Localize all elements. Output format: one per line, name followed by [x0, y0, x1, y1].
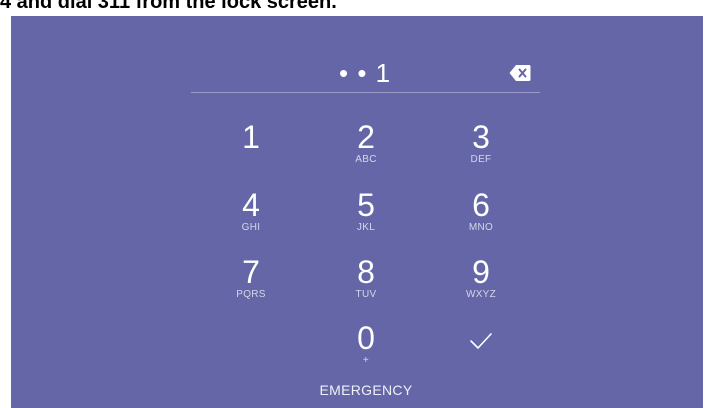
- key-9[interactable]: 9 WXYZ: [436, 255, 526, 311]
- key-0[interactable]: 0 +: [321, 321, 411, 377]
- key-letters: GHI: [241, 222, 261, 233]
- key-digit: 7: [242, 254, 260, 290]
- key-2[interactable]: 2 ABC: [321, 120, 411, 176]
- key-digit: 3: [472, 119, 490, 155]
- key-6[interactable]: 6 MNO: [436, 188, 526, 244]
- checkmark-icon[interactable]: [456, 321, 506, 361]
- backspace-icon[interactable]: [509, 64, 531, 82]
- key-7[interactable]: 7 PQRS: [206, 255, 296, 311]
- key-letters: TUV: [355, 289, 377, 300]
- lock-screen-pin-pad: • • 1 1 2 ABC 3 DEF 4 GHI 5 JKL 6 MNO 7 …: [11, 16, 703, 408]
- key-letters: PQRS: [236, 289, 266, 300]
- key-8[interactable]: 8 TUV: [321, 255, 411, 311]
- key-digit: 8: [357, 254, 375, 290]
- key-digit: 9: [472, 254, 490, 290]
- instruction-caption: 4 and dial 311 from the lock screen.: [0, 0, 337, 13]
- emergency-button[interactable]: EMERGENCY: [281, 382, 451, 398]
- key-3[interactable]: 3 DEF: [436, 120, 526, 176]
- key-digit: 5: [357, 187, 375, 223]
- pin-entry-field[interactable]: • • 1: [191, 56, 540, 93]
- key-digit: 4: [242, 187, 260, 223]
- key-digit: 0: [357, 320, 375, 356]
- key-5[interactable]: 5 JKL: [321, 188, 411, 244]
- key-digit: 6: [472, 187, 490, 223]
- key-letters: ABC: [355, 154, 377, 165]
- key-digit: 2: [357, 119, 375, 155]
- key-letters: JKL: [356, 222, 376, 233]
- key-letters: DEF: [470, 154, 492, 165]
- key-4[interactable]: 4 GHI: [206, 188, 296, 244]
- key-letters: WXYZ: [465, 289, 497, 300]
- key-1[interactable]: 1: [206, 120, 296, 176]
- key-letters: +: [362, 355, 370, 366]
- key-letters: MNO: [468, 222, 494, 233]
- key-digit: 1: [242, 119, 260, 155]
- pin-entry-text: • • 1: [339, 58, 392, 88]
